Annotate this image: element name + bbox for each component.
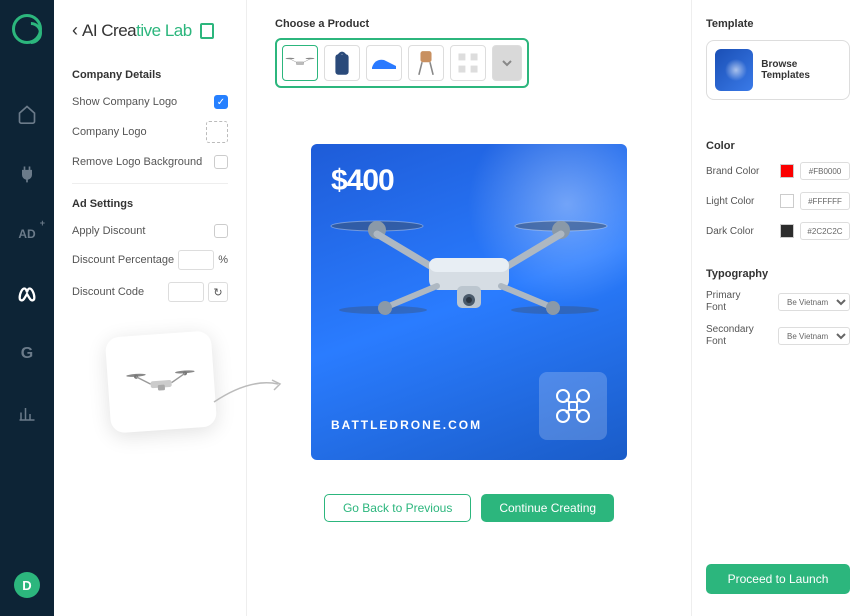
apply-discount-checkbox[interactable] xyxy=(214,224,228,238)
typography-heading: Typography xyxy=(706,268,850,280)
product-thumb-drone[interactable] xyxy=(282,45,318,81)
regenerate-code-button[interactable]: ↻ xyxy=(208,282,228,302)
light-color-swatch[interactable] xyxy=(780,194,794,208)
product-thumb-shoe[interactable] xyxy=(366,45,402,81)
brand-color-label: Brand Color xyxy=(706,166,759,177)
remove-bg-label: Remove Logo Background xyxy=(72,156,202,168)
template-heading: Template xyxy=(706,18,850,30)
settings-panel: ‹ AI Creative Lab Company Details Show C… xyxy=(54,0,246,616)
color-heading: Color xyxy=(706,140,850,152)
go-back-button[interactable]: Go Back to Previous xyxy=(324,494,471,522)
company-logo-upload[interactable] xyxy=(206,121,228,143)
floating-product-card xyxy=(105,330,217,433)
secondary-font-select[interactable]: Be Vietnam Pro xyxy=(778,327,850,345)
continue-button[interactable]: Continue Creating xyxy=(481,494,614,522)
arrow-curve-icon xyxy=(210,370,286,410)
app-logo[interactable] xyxy=(12,14,42,44)
brand-color-input[interactable] xyxy=(800,162,850,180)
secondary-font-label: Secondary Font xyxy=(706,324,762,348)
preview-brand-icon-box xyxy=(539,372,607,440)
company-details-heading: Company Details xyxy=(72,69,228,81)
apply-discount-label: Apply Discount xyxy=(72,225,145,237)
pct-symbol: % xyxy=(218,254,228,266)
remove-bg-checkbox[interactable] xyxy=(214,155,228,169)
product-thumb-bag[interactable] xyxy=(324,45,360,81)
device-icon[interactable] xyxy=(200,23,214,39)
company-logo-label: Company Logo xyxy=(72,126,147,138)
drone-outline-icon xyxy=(553,386,593,426)
proceed-to-launch-button[interactable]: Proceed to Launch xyxy=(706,564,850,594)
discount-code-label: Discount Code xyxy=(72,286,144,298)
brand-color-swatch[interactable] xyxy=(780,164,794,178)
nav-plug[interactable] xyxy=(15,162,39,186)
discount-pct-label: Discount Percentage xyxy=(72,254,174,266)
ad-settings-heading: Ad Settings xyxy=(72,198,228,210)
show-logo-checkbox[interactable] xyxy=(214,95,228,109)
preview-price: $400 xyxy=(331,164,394,198)
product-thumb-chair[interactable] xyxy=(408,45,444,81)
nav-analytics[interactable] xyxy=(15,402,39,426)
preview-domain: BATTLEDRONE.COM xyxy=(331,418,482,432)
dark-color-swatch[interactable] xyxy=(780,224,794,238)
properties-panel: Template Browse Templates Color Brand Co… xyxy=(692,0,868,616)
browse-templates-card[interactable]: Browse Templates xyxy=(706,40,850,100)
chevron-down-icon xyxy=(501,57,513,69)
discount-pct-input[interactable] xyxy=(178,250,214,270)
preview-panel: Choose a Product $400 xyxy=(246,0,692,616)
light-color-input[interactable] xyxy=(800,192,850,210)
nav-meta[interactable] xyxy=(15,282,39,306)
light-color-label: Light Color xyxy=(706,196,754,207)
page-title: AI Creative Lab xyxy=(82,21,192,41)
nav-rail: AD+ G D xyxy=(0,0,54,616)
drone-mini-illustration xyxy=(125,365,197,400)
primary-font-select[interactable]: Be Vietnam Pro xyxy=(778,293,850,311)
nav-home[interactable] xyxy=(15,102,39,126)
discount-code-input[interactable] xyxy=(168,282,204,302)
choose-product-heading: Choose a Product xyxy=(275,18,663,30)
template-thumbnail xyxy=(715,49,753,91)
user-avatar[interactable]: D xyxy=(14,572,40,598)
drone-hero-illustration xyxy=(329,200,609,340)
back-chevron-icon[interactable]: ‹ xyxy=(72,20,78,41)
primary-font-label: Primary Font xyxy=(706,290,762,314)
nav-google[interactable]: G xyxy=(15,342,39,366)
show-logo-label: Show Company Logo xyxy=(72,96,177,108)
product-thumb-grid[interactable] xyxy=(450,45,486,81)
dark-color-input[interactable] xyxy=(800,222,850,240)
product-thumb-more[interactable] xyxy=(492,45,522,81)
product-thumbnails xyxy=(275,38,529,88)
nav-ad-plus[interactable]: AD+ xyxy=(15,222,39,246)
dark-color-label: Dark Color xyxy=(706,226,754,237)
ad-preview: $400 BATTLEDRONE.COM xyxy=(311,144,627,460)
browse-templates-label: Browse Templates xyxy=(761,59,841,81)
